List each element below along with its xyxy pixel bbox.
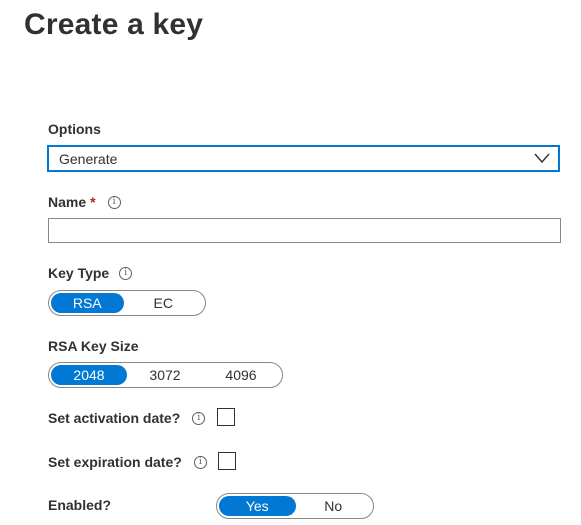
- expiration-checkbox[interactable]: [218, 452, 236, 470]
- rsa-key-size-toggle[interactable]: 2048 3072 4096: [48, 362, 283, 388]
- enabled-label: Enabled?: [48, 497, 111, 513]
- required-marker: *: [90, 194, 96, 210]
- rsa-key-size-label: RSA Key Size: [48, 338, 139, 354]
- enabled-option-no[interactable]: No: [296, 496, 372, 516]
- key-type-option-rsa[interactable]: RSA: [51, 293, 124, 313]
- key-type-toggle[interactable]: RSA EC: [48, 290, 206, 316]
- expiration-label: Set expiration date? i: [48, 454, 207, 470]
- activation-label-text: Set activation date?: [48, 410, 181, 426]
- name-input[interactable]: [48, 218, 561, 243]
- chevron-down-icon: [534, 153, 550, 164]
- key-size-option-2048[interactable]: 2048: [51, 365, 127, 385]
- info-icon[interactable]: i: [119, 266, 133, 280]
- key-type-label-text: Key Type: [48, 265, 110, 281]
- key-type-option-ec[interactable]: EC: [124, 293, 203, 313]
- options-label-text: Options: [48, 121, 101, 137]
- key-size-option-4096[interactable]: 4096: [203, 365, 279, 385]
- enabled-option-yes[interactable]: Yes: [219, 496, 296, 516]
- info-icon[interactable]: i: [192, 411, 206, 425]
- enabled-toggle[interactable]: Yes No: [216, 493, 374, 519]
- page-title: Create a key: [24, 8, 204, 41]
- enabled-label-text: Enabled?: [48, 497, 112, 513]
- key-type-label: Key Type i: [48, 265, 133, 281]
- expiration-label-text: Set expiration date?: [48, 454, 182, 470]
- activation-checkbox[interactable]: [217, 408, 235, 426]
- info-icon[interactable]: i: [193, 455, 207, 469]
- name-label: Name * i: [48, 194, 121, 210]
- key-size-option-3072[interactable]: 3072: [127, 365, 203, 385]
- options-dropdown[interactable]: Generate: [47, 145, 560, 172]
- info-icon[interactable]: i: [107, 195, 121, 209]
- activation-label: Set activation date? i: [48, 410, 206, 426]
- rsa-key-size-label-text: RSA Key Size: [48, 338, 139, 354]
- name-label-text: Name: [48, 194, 87, 210]
- options-label: Options: [48, 121, 101, 137]
- options-selected-value: Generate: [59, 151, 118, 167]
